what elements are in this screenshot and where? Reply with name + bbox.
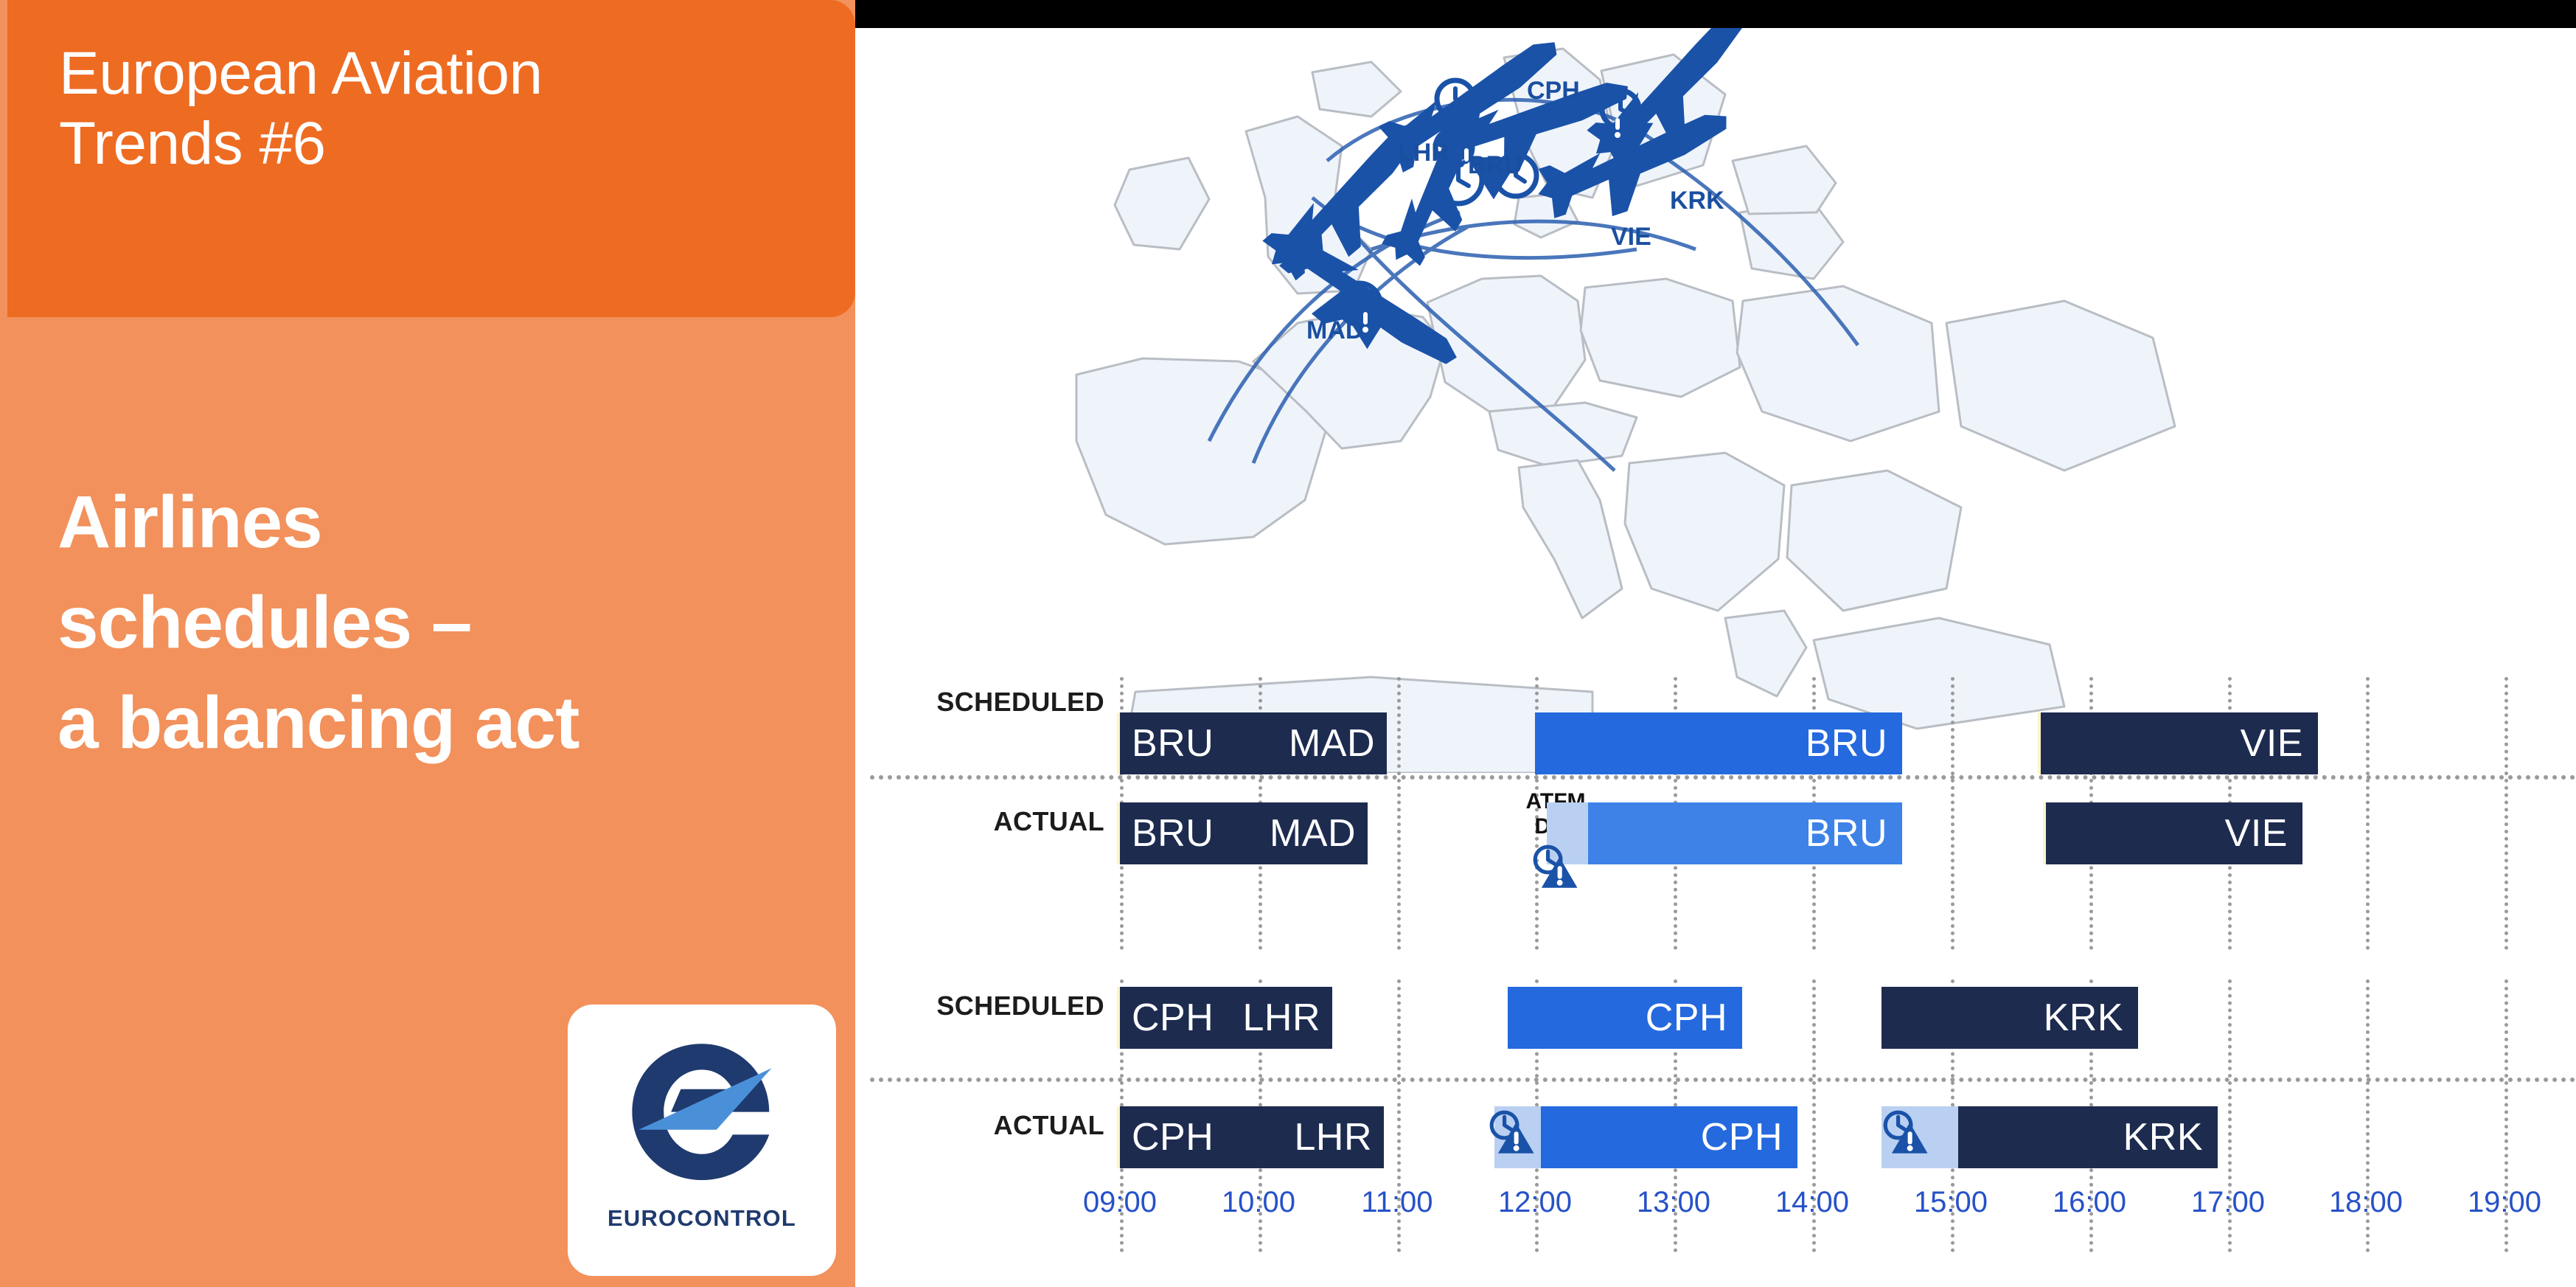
- gridline-1800-top: [2366, 677, 2370, 950]
- axis-tick-1000: 10:00: [1221, 1186, 1296, 1218]
- bar-label-destination: KRK: [2043, 996, 2123, 1039]
- rowsep-aircraft1: [870, 775, 2576, 780]
- bar-actual-cph: CPH: [1541, 1106, 1797, 1168]
- bar-label-destination: CPH: [1700, 1116, 1783, 1159]
- delay-warning-icon: [1883, 1110, 1928, 1154]
- axis-tick-1900: 19:00: [2467, 1186, 2542, 1218]
- eurocontrol-emblem-icon: [632, 1044, 772, 1180]
- bar-actual-krk: KRK: [1958, 1106, 2218, 1168]
- row-label-actual-2: ACTUAL: [993, 1110, 1104, 1140]
- bar-actual-vie: VIE: [2046, 802, 2302, 864]
- bar-scheduled-bru-mad: BRU MAD: [1120, 712, 1387, 774]
- axis-tick-1400: 14:00: [1775, 1186, 1850, 1218]
- rowsep-aircraft2: [870, 1078, 2576, 1082]
- axis-tick-1100: 11:00: [1361, 1186, 1433, 1218]
- page-subtitle: Airlines schedules – a balancing act: [58, 481, 579, 764]
- bar-label-destination: MAD: [1288, 722, 1375, 765]
- bar-label-origin: BRU: [1132, 812, 1214, 855]
- bar-label-origin: CPH: [1132, 996, 1214, 1039]
- bar-scheduled-cph: CPH: [1508, 987, 1742, 1049]
- row-label-scheduled-2: SCHEDULED: [936, 991, 1104, 1021]
- bar-scheduled-cph-lhr: CPH LHR: [1120, 987, 1332, 1049]
- bar-scheduled-bru: BRU: [1535, 712, 1902, 774]
- bar-label-destination: BRU: [1805, 722, 1887, 765]
- bar-scheduled-krk: KRK: [1881, 987, 2138, 1049]
- axis-tick-1800: 18:00: [2328, 1186, 2403, 1218]
- content-stage: CPH LHR BRU KRK VIE MAD SCHEDULED BRU MA…: [855, 28, 2576, 1287]
- delay-warning-icon: [1489, 1110, 1534, 1154]
- bar-label-destination: VIE: [2240, 722, 2303, 765]
- bar-scheduled-vie: VIE: [2041, 712, 2318, 774]
- row-label-scheduled-1: SCHEDULED: [936, 687, 1104, 717]
- bar-label-destination: KRK: [2123, 1116, 2203, 1159]
- title-card: European Aviation Trends #6: [7, 0, 855, 317]
- axis-tick-1600: 16:00: [2052, 1186, 2127, 1218]
- bar-actual-bru-mad: BRU MAD: [1120, 802, 1368, 864]
- bar-label-origin: BRU: [1132, 722, 1214, 765]
- left-title-panel: European Aviation Trends #6 Airlines sch…: [0, 0, 855, 1287]
- axis-tick-0900: 09:00: [1082, 1186, 1158, 1218]
- eurocontrol-wordmark: EUROCONTROL: [607, 1205, 797, 1231]
- axis-tick-1700: 17:00: [2190, 1186, 2266, 1218]
- axis-tick-1300: 13:00: [1636, 1186, 1711, 1218]
- eurocontrol-logo: EUROCONTROL: [568, 1005, 836, 1276]
- axis-tick-1500: 15:00: [1913, 1186, 1988, 1218]
- bar-label-origin: CPH: [1132, 1116, 1214, 1159]
- gridline-1900-top: [2504, 677, 2508, 950]
- bar-label-destination: LHR: [1294, 1116, 1372, 1159]
- row-label-actual-1: ACTUAL: [993, 806, 1104, 836]
- bar-label-destination: LHR: [1242, 996, 1320, 1039]
- bar-actual-bru: BRU: [1588, 802, 1902, 864]
- rotation-gantt-chart: SCHEDULED BRU MAD BRU VIE ACTUAL BRU MAD…: [855, 28, 2576, 1287]
- gridline-1500-top: [1951, 677, 1954, 950]
- bar-label-destination: VIE: [2224, 812, 2288, 855]
- bar-label-destination: CPH: [1645, 996, 1727, 1039]
- bar-label-destination: BRU: [1805, 812, 1887, 855]
- page-title: European Aviation Trends #6: [59, 40, 543, 178]
- delay-warning-icon: [1533, 844, 1578, 888]
- axis-tick-1200: 12:00: [1497, 1186, 1573, 1218]
- bar-label-destination: MAD: [1269, 812, 1356, 855]
- gridline-1100-top: [1397, 677, 1401, 950]
- bar-actual-cph-lhr: CPH LHR: [1120, 1106, 1384, 1168]
